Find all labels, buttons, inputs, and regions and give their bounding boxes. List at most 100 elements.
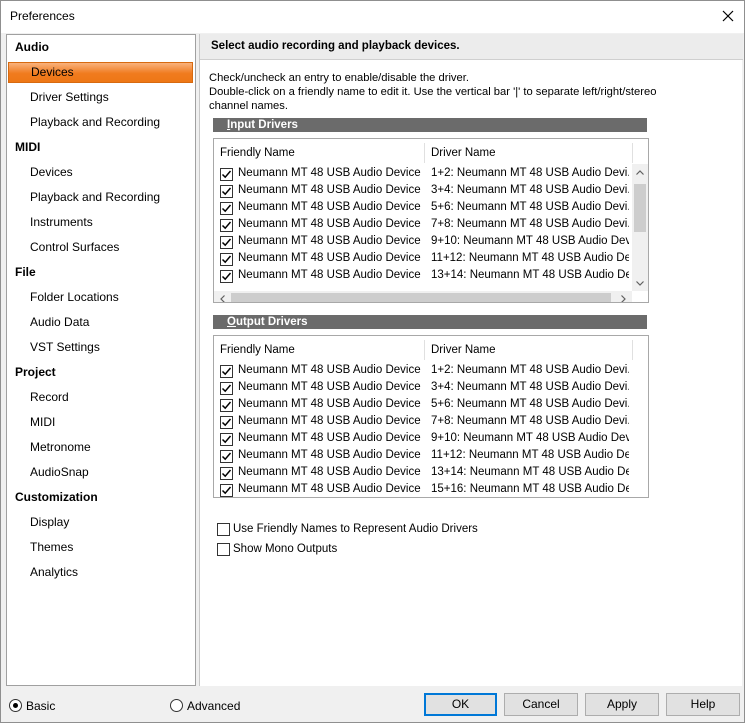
column-header-driver-name[interactable]: Driver Name [431, 336, 496, 362]
driver-enabled-checkbox[interactable] [220, 236, 233, 249]
vertical-scroll-thumb[interactable] [634, 184, 646, 232]
horizontal-scrollbar[interactable] [214, 291, 632, 302]
driver-enabled-checkbox[interactable] [220, 270, 233, 283]
checkmark-icon [221, 221, 232, 230]
column-header-friendly-name[interactable]: Friendly Name [220, 139, 295, 165]
chevron-down-icon[interactable] [632, 275, 648, 291]
driver-row[interactable]: Neumann MT 48 USB Audio Device ... 1+2: N… [214, 166, 634, 183]
friendly-name-cell[interactable]: Neumann MT 48 USB Audio Device ... [238, 184, 424, 196]
horizontal-scroll-thumb[interactable] [231, 293, 611, 302]
friendly-name-cell[interactable]: Neumann MT 48 USB Audio Device ... [238, 218, 424, 230]
driver-enabled-checkbox[interactable] [220, 219, 233, 232]
driver-row[interactable]: Neumann MT 48 USB Audio Device ... 7+8: N… [214, 414, 634, 431]
column-separator[interactable] [632, 340, 633, 360]
nav-item-customization-analytics[interactable]: Analytics [7, 561, 195, 583]
nav-item-project-record[interactable]: Record [7, 386, 195, 408]
column-header-friendly-name[interactable]: Friendly Name [220, 336, 295, 362]
driver-enabled-checkbox[interactable] [220, 382, 233, 395]
friendly-name-cell[interactable]: Neumann MT 48 USB Audio Device ... [238, 415, 424, 427]
nav-item-file-vst-settings[interactable]: VST Settings [7, 336, 195, 358]
nav-category-customization[interactable]: Customization [7, 486, 195, 508]
nav-category-file[interactable]: File [7, 261, 195, 283]
chevron-up-icon[interactable] [632, 164, 648, 180]
driver-enabled-checkbox[interactable] [220, 202, 233, 215]
nav-item-project-midi[interactable]: MIDI [7, 411, 195, 433]
nav-item-midi-playback-and-recording[interactable]: Playback and Recording [7, 186, 195, 208]
driver-name-cell: 13+14: Neumann MT 48 USB Audio De... [431, 466, 629, 478]
nav-item-customization-themes[interactable]: Themes [7, 536, 195, 558]
nav-item-project-metronome[interactable]: Metronome [7, 436, 195, 458]
driver-enabled-checkbox[interactable] [220, 185, 233, 198]
column-separator[interactable] [632, 143, 633, 163]
friendly-name-cell[interactable]: Neumann MT 48 USB Audio Device ... [238, 398, 424, 410]
driver-row[interactable]: Neumann MT 48 USB Audio Device ... 7+8: N… [214, 217, 634, 234]
friendly-name-cell[interactable]: Neumann MT 48 USB Audio Device ... [238, 364, 424, 376]
friendly-name-cell[interactable]: Neumann MT 48 USB Audio Device ... [238, 466, 424, 478]
radio-circle[interactable] [170, 699, 183, 712]
chevron-left-icon[interactable] [214, 291, 230, 302]
column-separator[interactable] [424, 143, 425, 163]
driver-enabled-checkbox[interactable] [220, 433, 233, 446]
nav-item-file-folder-locations[interactable]: Folder Locations [7, 286, 195, 308]
driver-row[interactable]: Neumann MT 48 USB Audio Device ... 5+6: N… [214, 200, 634, 217]
close-button[interactable] [713, 3, 743, 29]
vertical-scrollbar[interactable] [632, 164, 648, 291]
chevron-right-icon[interactable] [615, 291, 631, 302]
driver-row[interactable]: Neumann MT 48 USB Audio Device ... 15+16:… [214, 482, 634, 497]
output-drivers-list[interactable]: Friendly Name Driver Name Neumann MT 48 US… [213, 335, 649, 498]
driver-enabled-checkbox[interactable] [220, 450, 233, 463]
nav-item-midi-devices[interactable]: Devices [7, 161, 195, 183]
driver-enabled-checkbox[interactable] [220, 168, 233, 181]
nav-category-project[interactable]: Project [7, 361, 195, 383]
driver-name-cell: 13+14: Neumann MT 48 USB Audio De... [431, 269, 629, 281]
driver-row[interactable]: Neumann MT 48 USB Audio Device ... 11+12:… [214, 448, 634, 465]
driver-row[interactable]: Neumann MT 48 USB Audio Device ... 13+14:… [214, 465, 634, 482]
nav-category-midi[interactable]: MIDI [7, 136, 195, 158]
driver-row[interactable]: Neumann MT 48 USB Audio Device ... 3+4: N… [214, 183, 634, 200]
cancel-button[interactable]: Cancel [504, 693, 578, 716]
content-header: Select audio recording and playback devi… [200, 34, 743, 60]
driver-row[interactable]: Neumann MT 48 USB Audio Device ... 9+10: … [214, 431, 634, 448]
column-header-driver-name[interactable]: Driver Name [431, 139, 496, 165]
driver-row[interactable]: Neumann MT 48 USB Audio Device ... 1+2: N… [214, 363, 634, 380]
checkbox-box[interactable] [217, 523, 230, 536]
friendly-name-cell[interactable]: Neumann MT 48 USB Audio Device ... [238, 167, 424, 179]
friendly-name-cell[interactable]: Neumann MT 48 USB Audio Device ... [238, 381, 424, 393]
driver-row[interactable]: Neumann MT 48 USB Audio Device ... 3+4: N… [214, 380, 634, 397]
column-separator[interactable] [424, 340, 425, 360]
driver-row[interactable]: Neumann MT 48 USB Audio Device ... 13+14:… [214, 268, 634, 285]
ok-button[interactable]: OK [424, 693, 497, 716]
nav-category-audio[interactable]: Audio [7, 36, 195, 58]
nav-item-midi-instruments[interactable]: Instruments [7, 211, 195, 233]
nav-item-project-audiosnap[interactable]: AudioSnap [7, 461, 195, 483]
driver-name-cell: 5+6: Neumann MT 48 USB Audio Devi... [431, 398, 629, 410]
input-drivers-list[interactable]: Friendly Name Driver Name Neumann MT 48 US… [213, 138, 649, 303]
nav-item-audio-driver-settings[interactable]: Driver Settings [7, 86, 195, 108]
driver-enabled-checkbox[interactable] [220, 253, 233, 266]
driver-enabled-checkbox[interactable] [220, 467, 233, 480]
friendly-name-cell[interactable]: Neumann MT 48 USB Audio Device ... [238, 269, 424, 281]
nav-item-audio-devices[interactable]: Devices [8, 62, 193, 83]
friendly-name-cell[interactable]: Neumann MT 48 USB Audio Device ... [238, 235, 424, 247]
driver-name-cell: 3+4: Neumann MT 48 USB Audio Devi... [431, 184, 629, 196]
friendly-name-cell[interactable]: Neumann MT 48 USB Audio Device ... [238, 252, 424, 264]
help-button[interactable]: Help [666, 693, 740, 716]
nav-item-midi-control-surfaces[interactable]: Control Surfaces [7, 236, 195, 258]
apply-button[interactable]: Apply [585, 693, 659, 716]
driver-row[interactable]: Neumann MT 48 USB Audio Device ... 5+6: N… [214, 397, 634, 414]
friendly-name-cell[interactable]: Neumann MT 48 USB Audio Device ... [238, 483, 424, 495]
nav-item-audio-playback-and-recording[interactable]: Playback and Recording [7, 111, 195, 133]
driver-row[interactable]: Neumann MT 48 USB Audio Device ... 9+10: … [214, 234, 634, 251]
friendly-name-cell[interactable]: Neumann MT 48 USB Audio Device ... [238, 201, 424, 213]
nav-item-customization-display[interactable]: Display [7, 511, 195, 533]
checkbox-box[interactable] [217, 543, 230, 556]
driver-enabled-checkbox[interactable] [220, 399, 233, 412]
nav-item-file-audio-data[interactable]: Audio Data [7, 311, 195, 333]
friendly-name-cell[interactable]: Neumann MT 48 USB Audio Device ... [238, 449, 424, 461]
driver-enabled-checkbox[interactable] [220, 365, 233, 378]
friendly-name-cell[interactable]: Neumann MT 48 USB Audio Device ... [238, 432, 424, 444]
radio-circle[interactable] [9, 699, 22, 712]
driver-enabled-checkbox[interactable] [220, 484, 233, 497]
driver-row[interactable]: Neumann MT 48 USB Audio Device ... 11+12:… [214, 251, 634, 268]
driver-enabled-checkbox[interactable] [220, 416, 233, 429]
